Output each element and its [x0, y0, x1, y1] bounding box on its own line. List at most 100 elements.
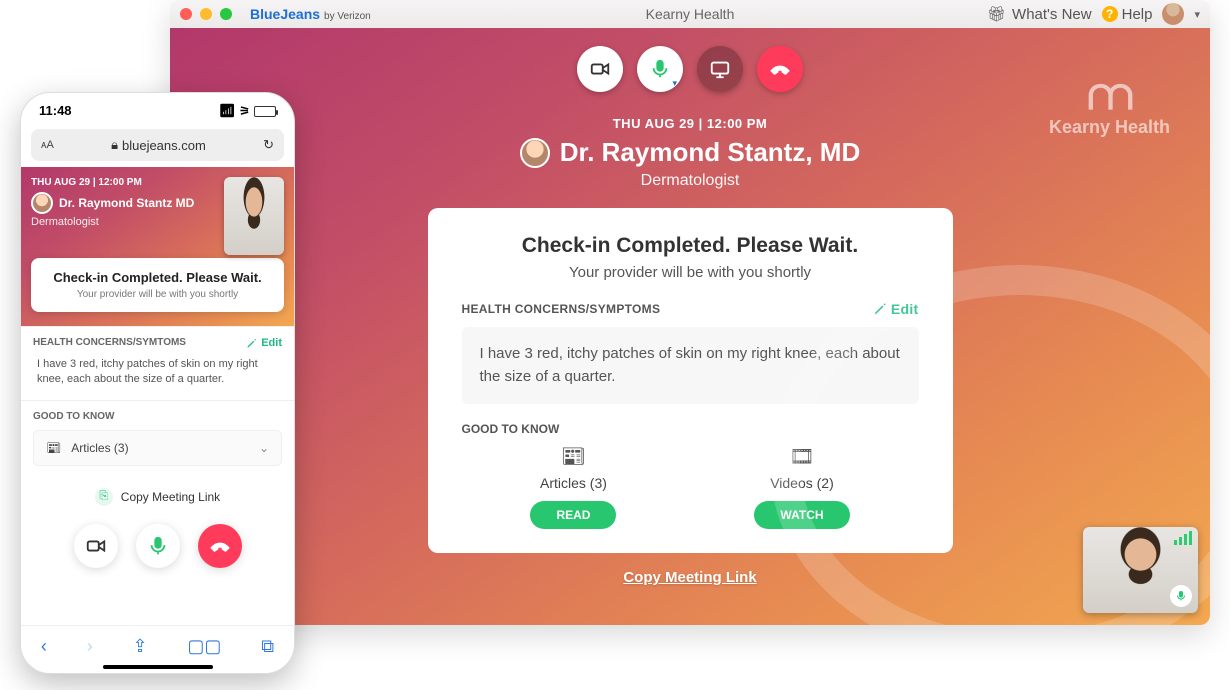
help-link[interactable]: ? Help	[1102, 6, 1153, 23]
share-icon[interactable]: ⇪	[132, 636, 147, 657]
checkin-title: Check-in Completed. Please Wait.	[462, 234, 919, 258]
microphone-icon	[147, 535, 169, 557]
kearny-glyph-icon: ⩋	[1088, 73, 1131, 117]
read-button[interactable]: READ	[530, 501, 616, 529]
phone-checkin-card: Check-in Completed. Please Wait. Your pr…	[31, 258, 284, 312]
hangup-icon	[209, 535, 231, 557]
whats-new-text: What's New	[1012, 6, 1092, 23]
phone-articles-label: Articles (3)	[71, 441, 128, 455]
phone-gtk-section: GOOD TO KNOW 📰︎ Articles (3) ⌄	[21, 400, 294, 476]
screenshare-button[interactable]	[697, 46, 743, 92]
provider-name: Dr. Raymond Stantz, MD	[560, 137, 860, 168]
articles-icon: 📰︎	[530, 444, 616, 469]
phone-symptoms-section: HEALTH CONCERNS/SYMTOMS Edit I have 3 re…	[21, 326, 294, 400]
signal-strength-icon	[1174, 531, 1192, 545]
symptoms-header: HEALTH CONCERNS/SYMPTOMS Edit	[462, 301, 919, 317]
microphone-icon	[1175, 590, 1187, 602]
phone-hangup-button[interactable]	[198, 524, 242, 568]
wifi-icon: ⚞	[239, 104, 250, 118]
edit-button[interactable]: Edit	[873, 301, 919, 317]
window-titlebar: BlueJeans by Verizon Kearny Health 🎁︎ Wh…	[170, 0, 1210, 28]
brand-byline: by Verizon	[324, 11, 371, 22]
phone-mic-button[interactable]	[136, 524, 180, 568]
copy-meeting-link[interactable]: Copy Meeting Link	[170, 569, 1210, 586]
good-to-know-row: 📰︎ Articles (3) READ 🎞︎ Videos (2) WATCH	[462, 444, 919, 529]
tabs-icon[interactable]: ⧉	[261, 636, 274, 657]
phone-status-bar: 11:48 📶︎ ⚞	[21, 93, 294, 123]
window-traffic-lights[interactable]	[180, 8, 232, 20]
symptoms-text: I have 3 red, itchy patches of skin on m…	[462, 327, 919, 404]
phone-checkin-title: Check-in Completed. Please Wait.	[45, 270, 270, 285]
forward-icon[interactable]: ›	[87, 636, 93, 657]
phone-camera-button[interactable]	[74, 524, 118, 568]
phone-mockup: 11:48 📶︎ ⚞ ᴀA 🔒︎ bluejeans.com ↻ THU AUG…	[20, 92, 295, 674]
home-indicator[interactable]	[103, 665, 213, 669]
app-brand: BlueJeans by Verizon	[250, 6, 371, 22]
camera-icon	[589, 58, 611, 80]
back-icon[interactable]: ‹	[41, 636, 47, 657]
whats-new-link[interactable]: 🎁︎ What's New	[987, 5, 1092, 23]
lock-icon: 🔒︎	[111, 137, 118, 153]
hangup-button[interactable]	[757, 46, 803, 92]
phone-symptoms-label: HEALTH CONCERNS/SYMTOMS	[33, 337, 186, 349]
camera-button[interactable]	[577, 46, 623, 92]
bookmarks-icon[interactable]: ▢▢	[187, 636, 221, 657]
camera-icon	[85, 535, 107, 557]
chevron-down-icon: ⌄	[259, 441, 269, 455]
phone-self-video[interactable]	[224, 177, 284, 255]
watch-button[interactable]: WATCH	[754, 501, 849, 529]
phone-edit-button[interactable]: Edit	[246, 337, 282, 349]
videos-icon: 🎞︎	[754, 444, 849, 469]
meeting-stage: ⩋ Kearny Health ▾ THU AUG 29 | 12:00 PM	[170, 28, 1210, 625]
kearny-brand-text: Kearny Health	[1049, 117, 1170, 138]
url-text: bluejeans.com	[122, 138, 206, 153]
phone-meeting-controls	[21, 524, 294, 568]
kearny-brand: ⩋ Kearny Health	[1049, 73, 1170, 138]
gift-icon: 🎁︎	[987, 5, 1006, 23]
self-video[interactable]	[1083, 527, 1198, 613]
minimize-window-dot[interactable]	[200, 8, 212, 20]
phone-video-feed	[224, 177, 284, 255]
chevron-down-icon[interactable]: ▾	[1194, 8, 1200, 21]
checkin-subtitle: Your provider will be with you shortly	[462, 264, 919, 281]
phone-provider-name: Dr. Raymond Stantz MD	[59, 196, 194, 210]
microphone-icon	[649, 58, 671, 80]
browser-nav-bar: ‹ › ⇪ ▢▢ ⧉	[21, 625, 294, 663]
text-size-icon[interactable]: ᴀA	[41, 139, 54, 151]
phone-articles-row[interactable]: 📰︎ Articles (3) ⌄	[33, 430, 282, 466]
reload-icon[interactable]: ↻	[263, 137, 274, 153]
videos-item: 🎞︎ Videos (2) WATCH	[754, 444, 849, 529]
screen-icon	[709, 58, 731, 80]
link-icon: ⎘	[95, 488, 113, 506]
good-to-know-label: GOOD TO KNOW	[462, 422, 919, 436]
provider-specialty: Dermatologist	[170, 172, 1210, 190]
phone-copy-link[interactable]: ⎘ Copy Meeting Link	[21, 476, 294, 518]
provider-avatar	[520, 138, 550, 168]
pencil-icon	[246, 338, 257, 349]
window-title: Kearny Health	[646, 6, 735, 22]
user-avatar[interactable]	[1162, 3, 1184, 25]
mic-dropdown-icon[interactable]: ▾	[672, 78, 677, 89]
articles-item: 📰︎ Articles (3) READ	[530, 444, 616, 529]
phone-checkin-subtitle: Your provider will be with you shortly	[45, 289, 270, 300]
self-mic-button[interactable]	[1170, 585, 1192, 607]
phone-time: 11:48	[39, 103, 72, 119]
browser-url-bar[interactable]: ᴀA 🔒︎ bluejeans.com ↻	[31, 129, 284, 161]
microphone-button[interactable]: ▾	[637, 46, 683, 92]
checkin-card: Check-in Completed. Please Wait. Your pr…	[428, 208, 953, 553]
battery-icon	[254, 106, 276, 117]
help-text: Help	[1122, 6, 1153, 23]
articles-label: Articles (3)	[530, 475, 616, 491]
hangup-icon	[769, 58, 791, 80]
brand-name: BlueJeans	[250, 6, 320, 22]
help-icon: ?	[1102, 6, 1118, 22]
symptoms-label: HEALTH CONCERNS/SYMPTOMS	[462, 302, 661, 316]
phone-copy-text: Copy Meeting Link	[121, 490, 220, 504]
close-window-dot[interactable]	[180, 8, 192, 20]
desktop-window: BlueJeans by Verizon Kearny Health 🎁︎ Wh…	[170, 0, 1210, 625]
pencil-icon	[873, 302, 887, 316]
phone-sections: HEALTH CONCERNS/SYMTOMS Edit I have 3 re…	[21, 326, 294, 568]
maximize-window-dot[interactable]	[220, 8, 232, 20]
phone-meeting-stage: THU AUG 29 | 12:00 PM Dr. Raymond Stantz…	[21, 167, 294, 326]
edit-text: Edit	[891, 301, 919, 317]
